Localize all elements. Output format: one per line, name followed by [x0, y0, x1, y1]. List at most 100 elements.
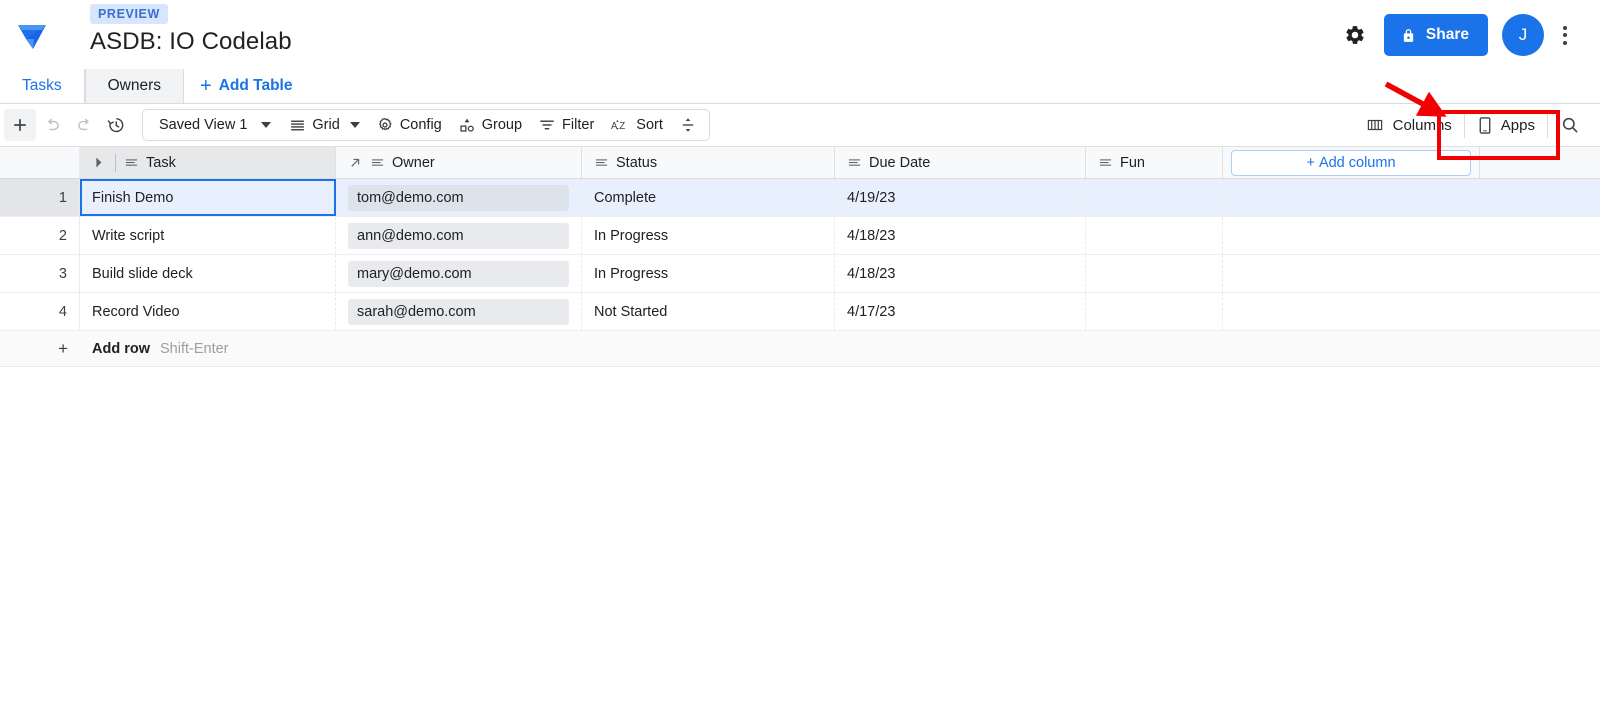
- column-header-due-date[interactable]: Due Date: [835, 147, 1086, 178]
- title-block: PREVIEW ASDB: IO Codelab: [64, 0, 292, 56]
- row-height-button[interactable]: [671, 109, 705, 141]
- plus-icon: [10, 115, 30, 135]
- header-trailing-space: [1480, 147, 1600, 178]
- redo-button[interactable]: [68, 109, 100, 141]
- more-options-button[interactable]: [1548, 14, 1582, 56]
- kebab-dot: [1563, 41, 1567, 45]
- plus-icon: +: [200, 76, 212, 96]
- cell-fun[interactable]: [1086, 217, 1223, 254]
- config-button[interactable]: Config: [368, 109, 450, 141]
- text-icon: [847, 155, 862, 170]
- text-icon: [124, 155, 139, 170]
- column-header-status[interactable]: Status: [582, 147, 835, 178]
- cell-owner[interactable]: tom@demo.com: [336, 179, 582, 216]
- columns-button[interactable]: Columns: [1353, 104, 1464, 146]
- tab-tasks[interactable]: Tasks: [0, 69, 85, 103]
- add-button[interactable]: [4, 109, 36, 141]
- avatar[interactable]: J: [1502, 14, 1544, 56]
- grid-icon: [289, 117, 306, 134]
- settings-button[interactable]: [1334, 14, 1376, 56]
- add-row-hint: Shift-Enter: [150, 341, 229, 357]
- plus-icon: +: [1306, 155, 1314, 171]
- row-trailing-space: [1223, 255, 1600, 292]
- cell-status[interactable]: In Progress: [582, 255, 835, 292]
- phone-icon: [1477, 116, 1493, 135]
- column-label: Status: [616, 155, 657, 171]
- row-number: 4: [0, 293, 80, 330]
- cell-due-date[interactable]: 4/19/23: [835, 179, 1086, 216]
- sort-button[interactable]: A Z Sort: [602, 109, 671, 141]
- add-row[interactable]: + Add row Shift-Enter: [0, 331, 1600, 367]
- reference-arrow-icon: [348, 155, 363, 170]
- row-trailing-space: [1223, 217, 1600, 254]
- gear-icon: [1344, 24, 1366, 46]
- column-header-owner[interactable]: Owner: [336, 147, 582, 178]
- cell-owner[interactable]: mary@demo.com: [336, 255, 582, 292]
- tab-label: Tasks: [22, 77, 62, 95]
- text-icon: [1098, 155, 1113, 170]
- app-header: PREVIEW ASDB: IO Codelab Share J: [0, 0, 1600, 70]
- column-header-task[interactable]: Task: [80, 147, 336, 178]
- cell-due-date[interactable]: 4/18/23: [835, 255, 1086, 292]
- group-label: Group: [482, 117, 522, 133]
- config-label: Config: [400, 117, 442, 133]
- grid-label: Grid: [312, 117, 339, 133]
- cell-task[interactable]: Finish Demo: [80, 179, 336, 216]
- lock-icon: [1400, 27, 1417, 44]
- saved-view-selector[interactable]: Saved View 1 Grid Config: [142, 109, 710, 141]
- undo-button[interactable]: [36, 109, 68, 141]
- table-row[interactable]: 3 Build slide deck mary@demo.com In Prog…: [0, 255, 1600, 293]
- column-label: Task: [146, 155, 176, 171]
- cell-fun[interactable]: [1086, 179, 1223, 216]
- table-row[interactable]: 2 Write script ann@demo.com In Progress …: [0, 217, 1600, 255]
- column-label: Owner: [392, 155, 435, 171]
- owner-chip: sarah@demo.com: [348, 299, 569, 325]
- sort-az-icon: A Z: [610, 116, 630, 134]
- apps-label: Apps: [1501, 117, 1535, 134]
- columns-label: Columns: [1393, 117, 1452, 134]
- add-table-button[interactable]: + Add Table: [184, 69, 308, 103]
- share-button[interactable]: Share: [1384, 14, 1488, 56]
- add-column-cell: + Add column: [1223, 147, 1480, 178]
- row-trailing-space: [1223, 179, 1600, 216]
- toolbar-right-actions: Columns Apps: [1353, 104, 1592, 146]
- group-button[interactable]: Group: [450, 109, 530, 141]
- add-column-button[interactable]: + Add column: [1231, 150, 1471, 176]
- cell-owner[interactable]: sarah@demo.com: [336, 293, 582, 330]
- search-icon: [1560, 115, 1580, 135]
- cell-status[interactable]: In Progress: [582, 217, 835, 254]
- row-number: 1: [0, 179, 80, 216]
- view-type-grid[interactable]: Grid: [281, 109, 367, 141]
- add-column-label: Add column: [1319, 155, 1396, 171]
- row-number: 2: [0, 217, 80, 254]
- sort-label: Sort: [636, 117, 663, 133]
- cell-task[interactable]: Record Video: [80, 293, 336, 330]
- table-row[interactable]: 1 Finish Demo tom@demo.com Complete 4/19…: [0, 179, 1600, 217]
- cell-owner[interactable]: ann@demo.com: [336, 217, 582, 254]
- cell-fun[interactable]: [1086, 255, 1223, 292]
- cell-fun[interactable]: [1086, 293, 1223, 330]
- tab-owners[interactable]: Owners: [85, 69, 184, 103]
- saved-view-name: Saved View 1: [143, 117, 261, 133]
- cell-task[interactable]: Build slide deck: [80, 255, 336, 292]
- search-button[interactable]: [1548, 104, 1592, 146]
- apps-button[interactable]: Apps: [1465, 104, 1547, 146]
- column-header-fun[interactable]: Fun: [1086, 147, 1223, 178]
- cell-status[interactable]: Complete: [582, 179, 835, 216]
- kebab-dot: [1563, 33, 1567, 37]
- cell-task[interactable]: Write script: [80, 217, 336, 254]
- cell-due-date[interactable]: 4/17/23: [835, 293, 1086, 330]
- appsheet-logo[interactable]: [0, 0, 64, 70]
- row-number: 3: [0, 255, 80, 292]
- owner-chip: mary@demo.com: [348, 261, 569, 287]
- preview-badge: PREVIEW: [90, 4, 168, 24]
- cell-due-date[interactable]: 4/18/23: [835, 217, 1086, 254]
- row-height-icon: [679, 116, 697, 134]
- history-button[interactable]: [100, 109, 132, 141]
- cell-status[interactable]: Not Started: [582, 293, 835, 330]
- filter-button[interactable]: Filter: [530, 109, 602, 141]
- group-icon: [458, 116, 476, 134]
- owner-chip: ann@demo.com: [348, 223, 569, 249]
- redo-icon: [75, 116, 94, 135]
- table-row[interactable]: 4 Record Video sarah@demo.com Not Starte…: [0, 293, 1600, 331]
